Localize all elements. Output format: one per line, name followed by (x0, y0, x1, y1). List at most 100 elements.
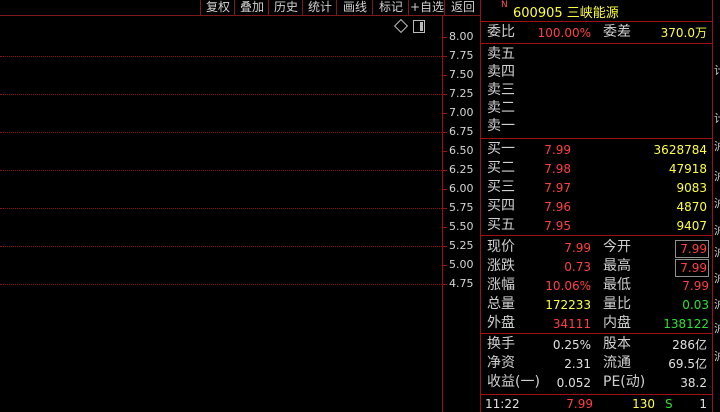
fundamental-value: 286亿 (672, 338, 707, 352)
edge-char: 沪 (714, 350, 720, 363)
price-tick-mark (443, 170, 447, 171)
stock-header: N 600905 三峡能源 (481, 0, 713, 21)
price-tick-label: 7.00 (449, 106, 474, 119)
edge-char: 沪 (714, 246, 720, 259)
chart-toolbar: 复权 叠加 历史 统计 画线 标记 +自选 返回 (0, 0, 480, 16)
bid-1-label: 买一 (487, 141, 515, 157)
price-chart-area[interactable] (0, 16, 442, 412)
chart-gridline (0, 94, 442, 95)
chart-gridline (0, 208, 442, 209)
adjacent-panel-edge: 计计沪沪沪沪沪沪沪沪沪 (712, 0, 720, 412)
price-tick-label: 6.75 (449, 125, 474, 138)
quote-label: 内盘 (603, 315, 631, 331)
quote-value: 138122 (663, 317, 709, 331)
chart-gridline (0, 56, 442, 57)
ask-2-label: 卖二 (487, 100, 515, 116)
quote-label: 总量 (487, 296, 515, 312)
fundamental-label: 换手 (487, 336, 515, 352)
price-tick-mark (443, 151, 447, 152)
history-button[interactable]: 历史 (268, 0, 303, 15)
quote-value: 7.99 (682, 279, 709, 293)
price-tick-mark (443, 246, 447, 247)
stock-terminal: 复权 叠加 历史 统计 画线 标记 +自选 返回 8.00 7.75 7.50 7.2… (0, 0, 720, 412)
back-button[interactable]: 返回 (444, 0, 481, 15)
tick-count: 1 (699, 397, 707, 411)
quote-label: 最高 (603, 258, 631, 274)
price-tick-mark (443, 208, 447, 209)
chart-gridline (0, 284, 442, 285)
weicha-value: 370.0万 (660, 26, 707, 40)
bid-2-label: 买二 (487, 160, 515, 176)
bid-4-volume: 4870 (676, 200, 707, 214)
fundamental-value: 0.052 (556, 376, 591, 390)
quote-label: 涨幅 (487, 277, 515, 293)
fuquan-button[interactable]: 复权 (200, 0, 235, 15)
price-tick-mark (443, 284, 447, 285)
ask-5-label: 卖五 (487, 46, 515, 62)
bid-5-volume: 9407 (676, 219, 707, 233)
price-tick-mark (443, 75, 447, 76)
quote-value: 0.73 (564, 260, 591, 274)
ask-1-label: 卖一 (487, 118, 515, 134)
price-tick-label: 5.75 (449, 201, 474, 214)
draw-line-button[interactable]: 画线 (336, 0, 373, 15)
fundamental-value: 69.5亿 (668, 357, 707, 371)
quote-label: 现价 (487, 239, 515, 255)
bid-3-volume: 9083 (676, 181, 707, 195)
weicha-label: 委差 (603, 24, 631, 40)
fundamental-value: 38.2 (680, 376, 707, 390)
panel-toggle-icon[interactable] (413, 20, 425, 33)
edge-char: 沪 (714, 298, 720, 311)
tick-time: 11:22 (485, 397, 520, 411)
bid-3-price: 7.97 (544, 181, 571, 195)
price-tick-mark (443, 113, 447, 114)
bid-5-label: 买五 (487, 217, 515, 233)
quote-value: 0.03 (682, 298, 709, 312)
quote-value: 34111 (552, 317, 591, 331)
tick-price: 7.99 (566, 397, 593, 411)
edge-char: 沪 (714, 170, 720, 183)
quote-label: 今开 (603, 239, 631, 255)
overlay-button[interactable]: 叠加 (234, 0, 269, 15)
edge-char: 计 (714, 112, 720, 125)
weibi-value: 100.00% (537, 26, 591, 40)
fundamental-value: 2.31 (564, 357, 591, 371)
price-tick-mark (443, 265, 447, 266)
quote-label: 外盘 (487, 315, 515, 331)
price-tick-label: 7.50 (449, 68, 474, 81)
price-tick-mark (443, 94, 447, 95)
tick-volume: 130 (632, 397, 655, 411)
chart-gridline (0, 132, 442, 133)
quote-value: 7.99 (675, 259, 709, 277)
fundamental-label: 股本 (603, 336, 631, 352)
quote-label: 最低 (603, 277, 631, 293)
price-tick-mark (443, 37, 447, 38)
bid-3-label: 买三 (487, 179, 515, 195)
statistics-button[interactable]: 统计 (302, 0, 337, 15)
bid-4-label: 买四 (487, 198, 515, 214)
stock-title: 600905 三峡能源 (513, 2, 619, 21)
ask-3-label: 卖三 (487, 82, 515, 98)
price-tick-label: 7.75 (449, 49, 474, 62)
price-tick-label: 5.00 (449, 258, 474, 271)
fundamental-value: 0.25% (552, 338, 591, 352)
weibi-label: 委比 (487, 24, 515, 40)
quote-label: 量比 (603, 296, 631, 312)
bid-2-price: 7.98 (544, 162, 571, 176)
chart-gridline (0, 170, 442, 171)
quote-value: 7.99 (564, 241, 591, 255)
bid-5-price: 7.95 (544, 219, 571, 233)
price-tick-mark (443, 189, 447, 190)
price-tick-label: 6.00 (449, 182, 474, 195)
tick-side: S (665, 397, 673, 411)
mark-button[interactable]: 标记 (372, 0, 409, 15)
price-tick-label: 6.50 (449, 144, 474, 157)
price-tick-label: 6.25 (449, 163, 474, 176)
stock-code: 600905 (513, 6, 563, 21)
bid-1-price: 7.99 (544, 143, 571, 157)
price-tick-mark (443, 227, 447, 228)
price-tick-label: 7.25 (449, 87, 474, 100)
edge-char: 沪 (714, 140, 720, 153)
add-watchlist-button[interactable]: +自选 (408, 0, 445, 15)
quote-value: 7.99 (675, 240, 709, 258)
